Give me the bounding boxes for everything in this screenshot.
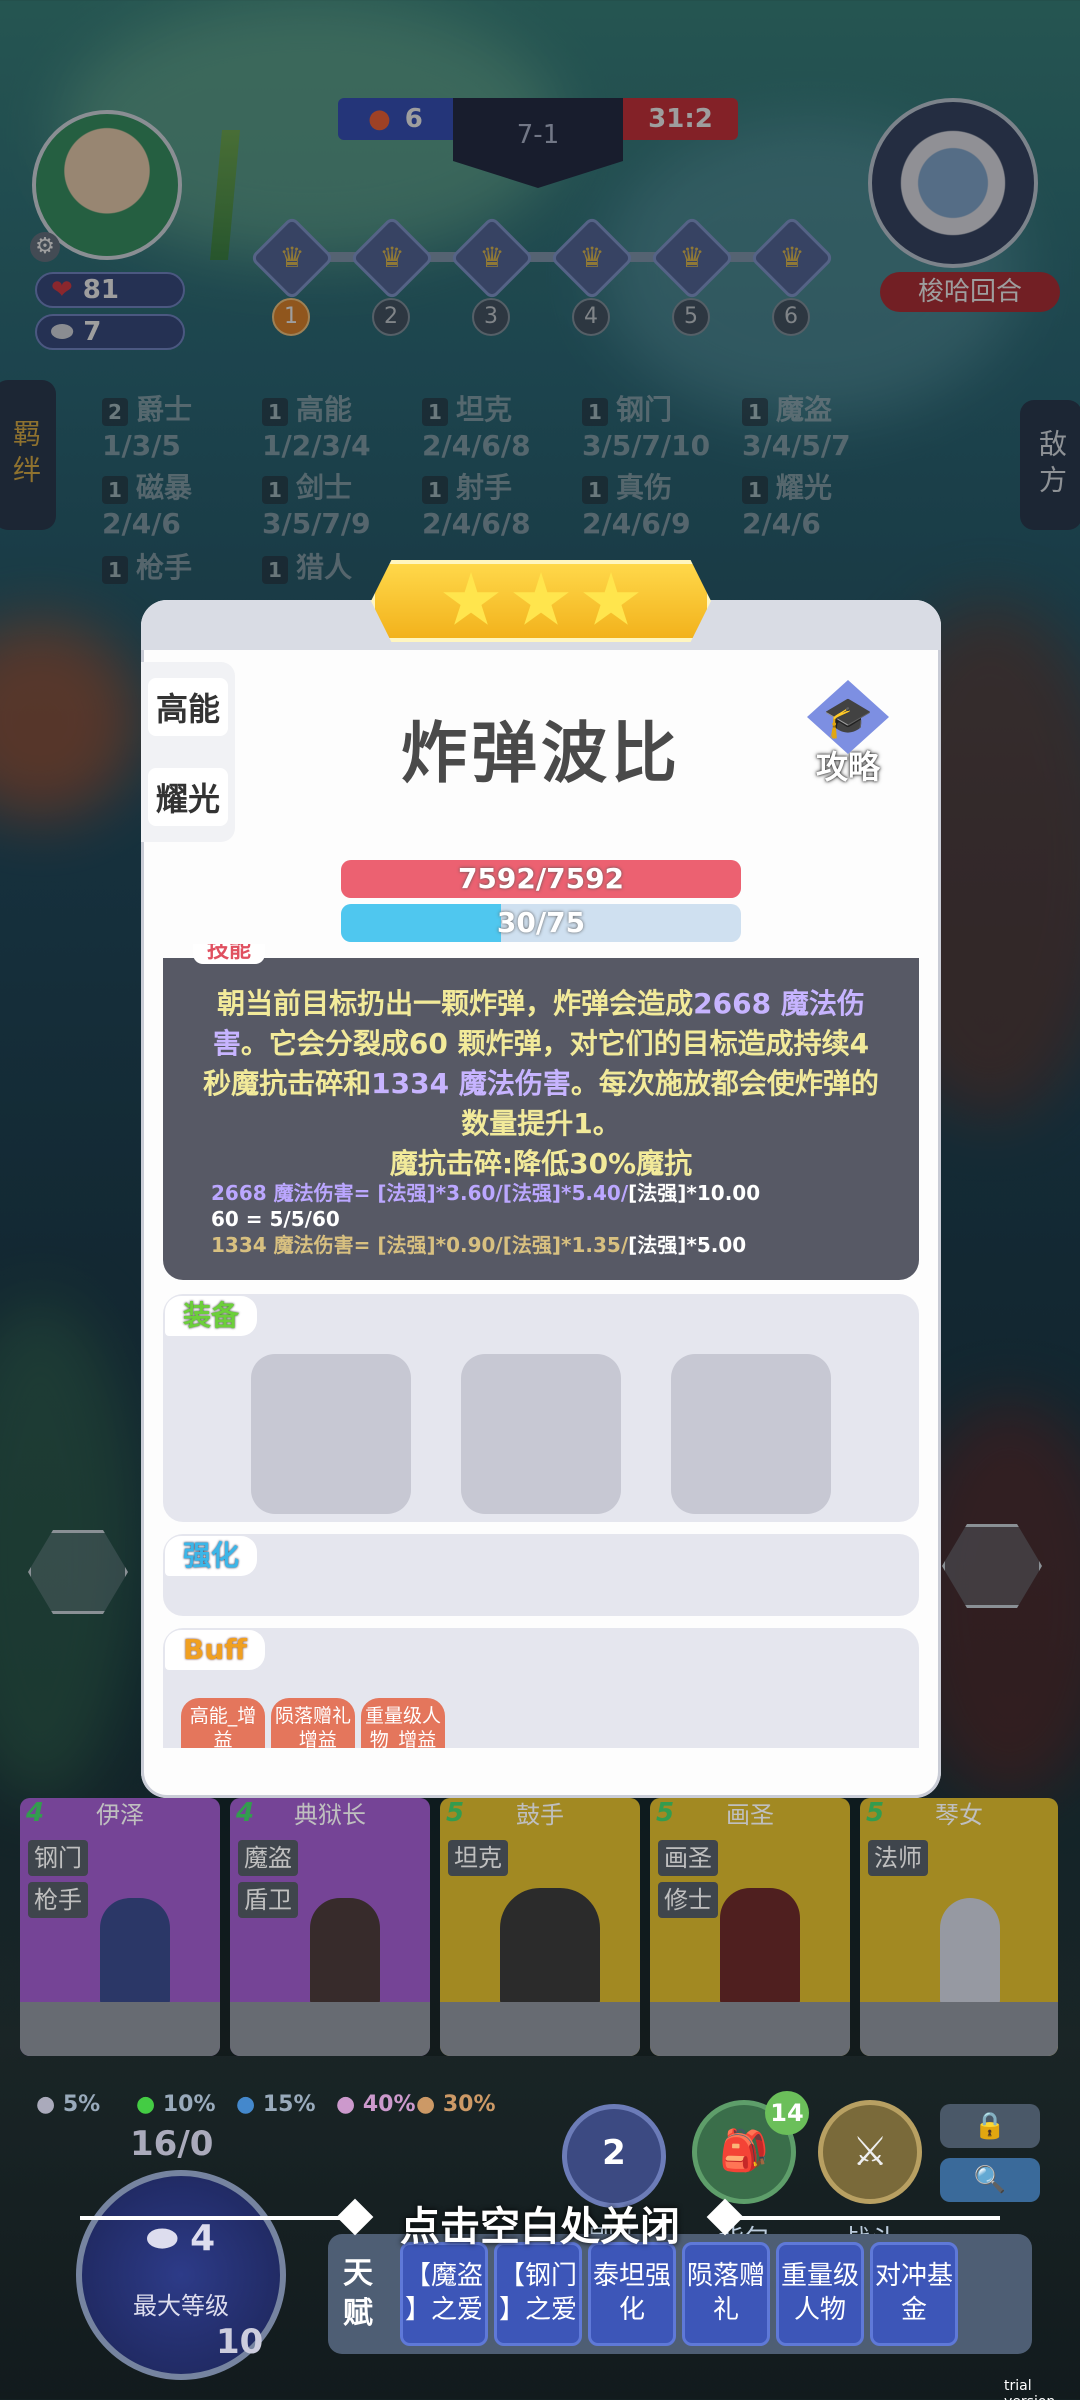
- equipment-section: 装备: [163, 1294, 919, 1522]
- refresh-cost: 2: [602, 2133, 626, 2173]
- buff-name: 高能_增: [189, 1705, 257, 1727]
- skill-panel: 技能 朝当前目标扔出一颗炸弹，炸弹会造成2668 魔法伤害。它会分裂成60 颗炸…: [163, 944, 919, 1280]
- buff-chip[interactable]: 高能_增益: [181, 1698, 265, 1748]
- card-shadow-overlay: [20, 1798, 1058, 2056]
- formula-line: [法强]*10.00: [628, 1181, 761, 1205]
- odds-tier-2: ● 10%: [136, 2092, 216, 2117]
- guide-button[interactable]: 🎓 攻略: [803, 680, 893, 790]
- level-number: 10: [216, 2322, 264, 2362]
- lock-button[interactable]: 🔒: [940, 2104, 1040, 2148]
- buff-name: 益: [213, 1729, 233, 1748]
- fight-button[interactable]: ⚔ 战斗: [818, 2100, 922, 2255]
- buff-name: 物_增益: [369, 1729, 437, 1748]
- skill-tag: 技能: [193, 944, 266, 964]
- buff-name: _增益: [289, 1729, 337, 1748]
- mana-text: 30/75: [496, 906, 586, 939]
- swords-icon: ⚔: [852, 2129, 888, 2175]
- talent-card[interactable]: 重量级 人物: [776, 2242, 864, 2346]
- bag-button[interactable]: 🎒 背包 14: [692, 2091, 809, 2255]
- skill-text: 魔抗击碎:降低30%魔抗: [389, 1147, 693, 1180]
- equipment-slot[interactable]: [671, 1354, 831, 1514]
- xp-text: 16/0: [130, 2124, 214, 2164]
- talent-card[interactable]: 陨落赠礼: [682, 2242, 770, 2346]
- bag-badge: 14: [765, 2091, 809, 2135]
- star-icon: [583, 572, 639, 625]
- skill-text: 害: [212, 1027, 241, 1060]
- equipment-label: 装备: [165, 1296, 258, 1336]
- hp-text: 7592/7592: [457, 862, 625, 895]
- refresh-button[interactable]: 2 刷新: [562, 2104, 666, 2255]
- skill-damage-value: 1334 魔法伤害: [371, 1067, 571, 1100]
- buff-chip[interactable]: 重量级人物_增益: [361, 1698, 445, 1748]
- star-icon: [513, 572, 569, 625]
- watermark: trial version: [1004, 2378, 1055, 2400]
- enhance-label: 强化: [165, 1536, 258, 1576]
- skill-formula: 2668 魔法伤害= [法强]*3.60/[法强]*5.40/[法强]*10.0…: [211, 1180, 760, 1258]
- equipment-slot[interactable]: [461, 1354, 621, 1514]
- buff-name: 陨落赠礼: [274, 1705, 351, 1727]
- close-hint-text: 点击空白处关闭: [400, 2204, 680, 2250]
- odds-tier-5: ● 30%: [416, 2092, 496, 2117]
- odds-tier-1: ● 5%: [36, 2092, 101, 2117]
- enhance-section: 强化: [163, 1534, 919, 1616]
- close-hint[interactable]: 点击空白处关闭: [80, 2198, 1000, 2250]
- buff-chip[interactable]: 陨落赠礼 _增益: [271, 1698, 355, 1748]
- lock-icon: 🔒: [973, 2111, 1007, 2141]
- buff-section: Buff 高能_增益 陨落赠礼 _增益 重量级人物_增益: [163, 1628, 919, 1748]
- mana-bar-fill: [341, 904, 501, 942]
- odds-tier-3: ● 15%: [236, 2092, 316, 2117]
- talent-bar: 天赋 【魔盗 】之爱 【钢门 】之爱 泰坦强化 陨落赠礼 重量级 人物 对冲基金: [328, 2234, 1032, 2354]
- buff-name: 重量级人: [364, 1705, 441, 1727]
- talent-card[interactable]: 【魔盗 】之爱: [400, 2242, 488, 2346]
- search-icon: 🔍: [973, 2165, 1007, 2195]
- formula-line: 60 = 5/5/60: [211, 1207, 340, 1231]
- max-level-label: 最大等级: [133, 2292, 229, 2320]
- formula-line: [法强]*5.00: [628, 1233, 747, 1257]
- skill-damage-value: 2668 魔法伤: [693, 987, 865, 1020]
- mana-bar: 30/75: [341, 904, 741, 942]
- backpack-icon: 🎒: [719, 2128, 769, 2174]
- buff-label: Buff: [165, 1630, 265, 1670]
- skill-text: 朝当前目标扔出一颗炸弹，炸弹会造成: [217, 987, 694, 1020]
- star-rating: [371, 560, 711, 642]
- star-icon: [443, 572, 499, 625]
- talent-card[interactable]: 【钢门 】之爱: [494, 2242, 582, 2346]
- talent-card[interactable]: 泰坦强化: [588, 2242, 676, 2346]
- formula-line: 1334 魔法伤害= [法强]*0.90/[法强]*1.35/: [211, 1233, 629, 1257]
- odds-tier-4: ● 40%: [336, 2092, 416, 2117]
- talent-label: 天赋: [343, 2256, 373, 2331]
- hp-bar: 7592/7592: [341, 860, 741, 898]
- unit-detail-modal: 高能 耀光 炸弹波比 🎓 攻略 7592/7592 30/75 技能 朝当前目标…: [141, 560, 941, 1798]
- equipment-slot[interactable]: [251, 1354, 411, 1514]
- talent-card[interactable]: 对冲基金: [870, 2242, 958, 2346]
- formula-line: 2668 魔法伤害= [法强]*3.60/[法强]*5.40/: [211, 1181, 629, 1205]
